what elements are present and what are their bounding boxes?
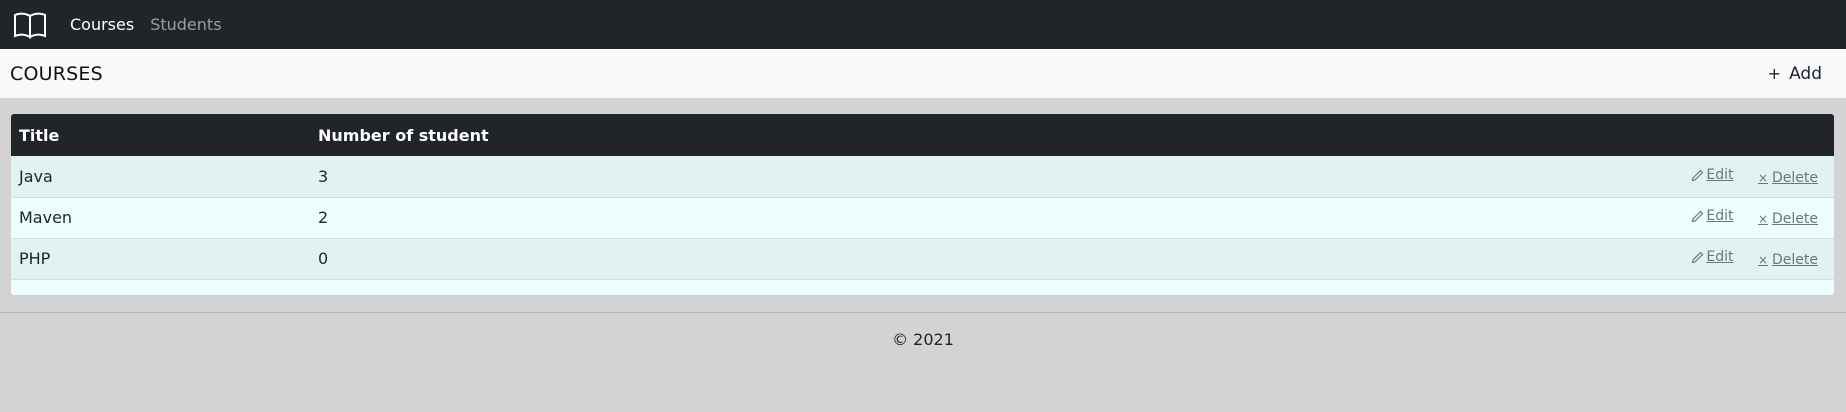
course-student-count: 0: [318, 249, 329, 268]
edit-label: Edit: [1706, 167, 1734, 183]
course-title: PHP: [19, 249, 51, 268]
course-title: Maven: [19, 208, 73, 227]
footer: © 2021: [0, 330, 1846, 349]
pencil-icon: [1692, 169, 1704, 181]
edit-link[interactable]: Edit: [1691, 167, 1733, 183]
plus-icon: +: [1767, 64, 1782, 83]
delete-link[interactable]: × Delete: [1758, 211, 1818, 227]
course-student-count: 3: [318, 166, 329, 186]
page-header: COURSES + Add: [0, 49, 1846, 98]
add-button-label: Add: [1789, 63, 1822, 84]
column-header-number-of-student: Number of student: [318, 125, 489, 145]
copyright-text: © 2021: [892, 330, 954, 349]
x-icon: ×: [1757, 252, 1768, 267]
table-header-row: Title Number of student: [11, 114, 1834, 156]
edit-link[interactable]: Edit: [1691, 208, 1733, 224]
delete-label: Delete: [1772, 210, 1818, 227]
column-header-actions: [1094, 114, 1834, 156]
book-icon[interactable]: [13, 10, 47, 40]
row-actions: Edit × Delete: [1094, 238, 1834, 279]
row-actions: Edit × Delete: [1094, 197, 1834, 238]
footer-divider: [0, 312, 1846, 313]
row-actions: Edit × Delete: [1094, 156, 1834, 197]
edit-label: Edit: [1706, 208, 1734, 225]
delete-link[interactable]: × Delete: [1758, 170, 1818, 186]
edit-link[interactable]: Edit: [1691, 249, 1733, 265]
x-icon: ×: [1757, 211, 1768, 226]
table-row: Maven 2 Edit × Delete: [11, 197, 1834, 238]
pencil-icon: [1692, 251, 1704, 264]
course-title: Java: [19, 166, 53, 186]
navbar: Courses Students: [0, 0, 1846, 49]
add-button[interactable]: + Add: [1768, 64, 1822, 84]
column-header-title: Title: [19, 125, 60, 145]
nav-link-students[interactable]: Students: [150, 15, 221, 34]
table-row: PHP 0 Edit × Delete: [11, 238, 1834, 279]
x-icon: ×: [1757, 170, 1768, 185]
delete-link[interactable]: × Delete: [1758, 252, 1818, 268]
delete-label: Delete: [1772, 251, 1818, 268]
page-title: COURSES: [10, 62, 103, 85]
pencil-icon: [1692, 210, 1704, 223]
nav-link-courses[interactable]: Courses: [70, 15, 134, 34]
courses-table-container: Title Number of student Java 3 Edit × De…: [11, 114, 1834, 295]
courses-table: Title Number of student Java 3 Edit × De…: [11, 114, 1834, 280]
course-student-count: 2: [318, 208, 329, 227]
edit-label: Edit: [1706, 249, 1734, 266]
delete-label: Delete: [1772, 169, 1818, 186]
table-row: Java 3 Edit × Delete: [11, 156, 1834, 197]
